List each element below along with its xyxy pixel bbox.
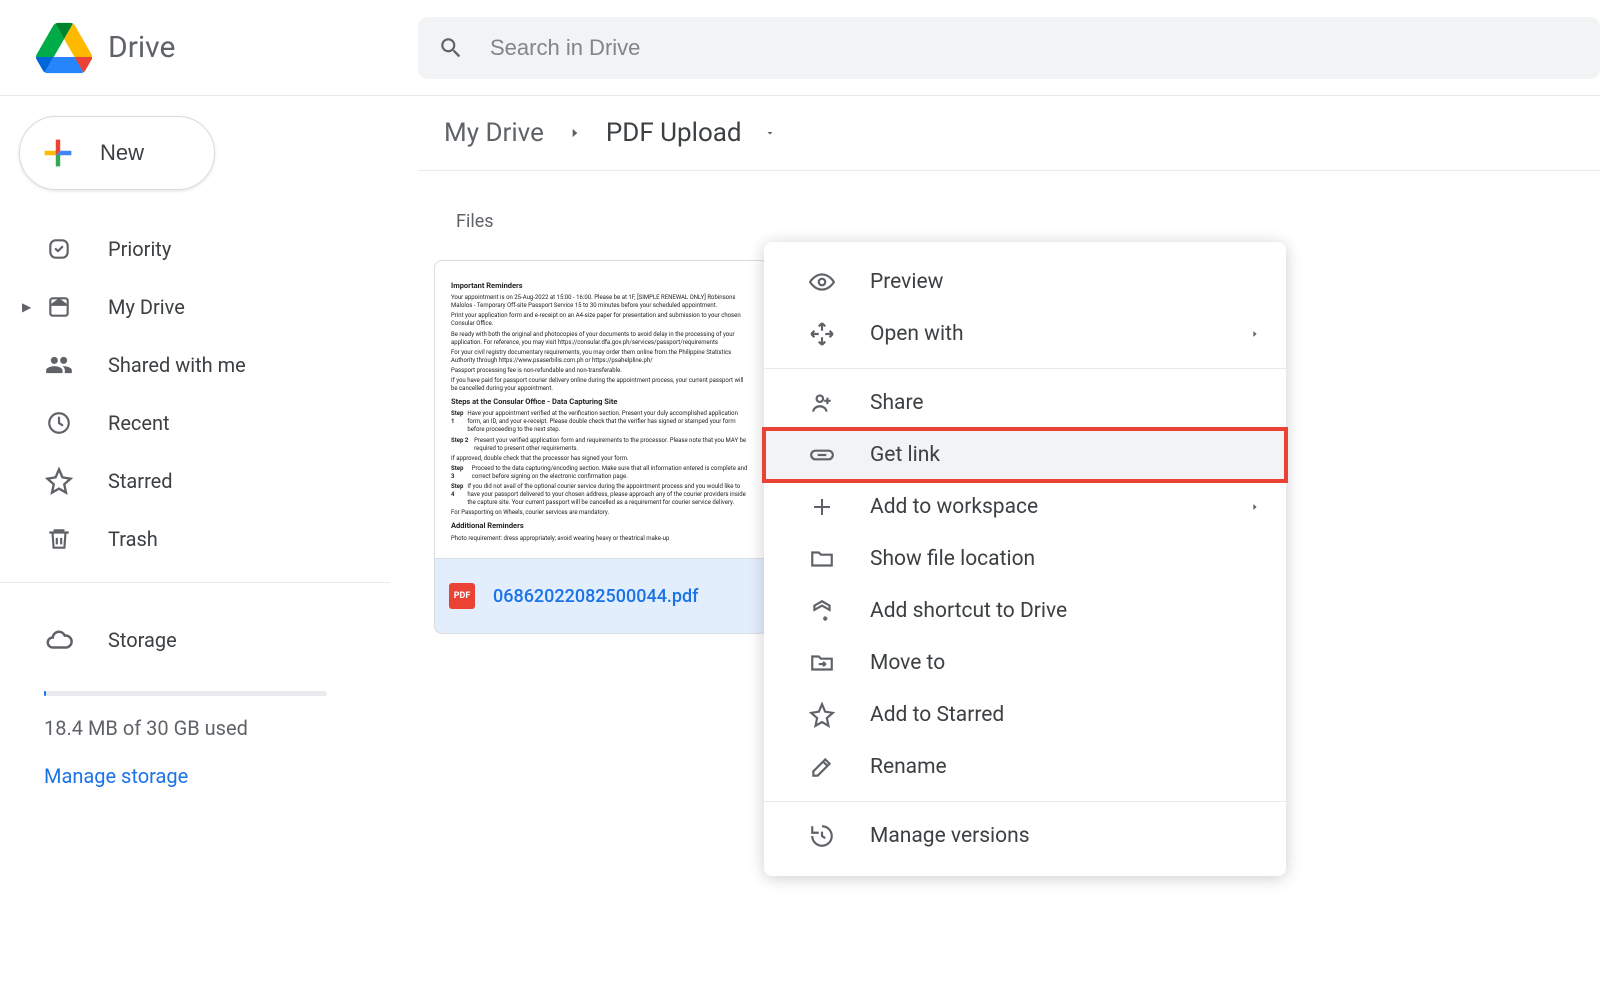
sidebar-label: My Drive [108, 295, 185, 319]
recent-icon [44, 408, 74, 438]
app-name: Drive [108, 30, 175, 65]
versions-icon [808, 822, 836, 850]
preview-line: Your appointment is on 25-Aug-2022 at 15… [451, 294, 751, 310]
cloud-icon [44, 625, 74, 655]
folder-icon [808, 545, 836, 573]
preview-line: For your civil registry documentary requ… [451, 349, 751, 365]
breadcrumb-root[interactable]: My Drive [444, 118, 544, 148]
star-icon [44, 466, 74, 496]
menu-share[interactable]: Share [764, 377, 1286, 429]
sidebar-label: Storage [108, 628, 177, 652]
menu-label: Add to Starred [870, 703, 1004, 727]
priority-icon [44, 234, 74, 264]
file-preview-thumbnail: Important Reminders Your appointment is … [435, 261, 767, 559]
preview-line: Passport processing fee is non-refundabl… [451, 367, 751, 375]
menu-open-with[interactable]: Open with [764, 308, 1286, 360]
breadcrumb-current[interactable]: PDF Upload [606, 118, 742, 148]
sidebar-label: Starred [108, 469, 173, 493]
menu-show-location[interactable]: Show file location [764, 533, 1286, 585]
breadcrumb: My Drive PDF Upload [418, 118, 1600, 171]
my-drive-icon [44, 292, 74, 322]
context-menu: Preview Open with Share Get link Add to … [764, 242, 1286, 876]
expand-icon[interactable]: ▶ [22, 300, 31, 314]
plus-icon [38, 133, 78, 173]
app-header: Drive [0, 0, 1600, 96]
menu-move-to[interactable]: Move to [764, 637, 1286, 689]
new-button[interactable]: New [19, 116, 215, 190]
file-name: 06862022082500044.pdf [493, 586, 699, 607]
move-icon [808, 649, 836, 677]
eye-icon [808, 268, 836, 296]
sidebar-item-starred[interactable]: Starred [0, 452, 390, 510]
preview-heading: Important Reminders [451, 281, 751, 291]
menu-divider [764, 801, 1286, 802]
link-icon [808, 441, 836, 469]
shared-icon [44, 350, 74, 380]
menu-label: Preview [870, 270, 943, 294]
menu-add-shortcut[interactable]: Add shortcut to Drive [764, 585, 1286, 637]
sidebar-label: Shared with me [108, 353, 246, 377]
menu-label: Manage versions [870, 824, 1030, 848]
rename-icon [808, 753, 836, 781]
sidebar-item-my-drive[interactable]: ▶ My Drive [0, 278, 390, 336]
menu-label: Rename [870, 755, 947, 779]
drive-logo-icon [36, 20, 92, 76]
manage-storage-link[interactable]: Manage storage [0, 764, 390, 788]
sidebar-item-priority[interactable]: Priority [0, 220, 390, 278]
chevron-right-icon [1250, 500, 1260, 514]
sidebar-item-storage[interactable]: Storage [0, 611, 390, 669]
search-bar[interactable] [418, 17, 1600, 79]
dropdown-icon[interactable] [762, 127, 778, 139]
menu-get-link[interactable]: Get link [764, 429, 1286, 481]
file-card[interactable]: Important Reminders Your appointment is … [434, 260, 768, 634]
preview-line: Print your application form and e-receip… [451, 312, 751, 328]
new-button-label: New [100, 140, 144, 166]
menu-label: Show file location [870, 547, 1035, 571]
menu-label: Add to workspace [870, 495, 1038, 519]
preview-line: Be ready with both the original and phot… [451, 331, 751, 347]
sidebar-label: Recent [108, 411, 170, 435]
sidebar-item-shared[interactable]: Shared with me [0, 336, 390, 394]
menu-label: Open with [870, 322, 964, 346]
storage-meter [44, 691, 327, 696]
storage-text: 18.4 MB of 30 GB used [0, 716, 390, 740]
menu-preview[interactable]: Preview [764, 256, 1286, 308]
chevron-right-icon [1250, 327, 1260, 341]
plus-icon [808, 493, 836, 521]
trash-icon [44, 524, 74, 554]
menu-label: Add shortcut to Drive [870, 599, 1067, 623]
menu-rename[interactable]: Rename [764, 741, 1286, 793]
sidebar: New Priority ▶ My Drive Shared with me R… [0, 96, 390, 788]
files-heading: Files [456, 211, 1600, 232]
menu-add-workspace[interactable]: Add to workspace [764, 481, 1286, 533]
menu-label: Share [870, 391, 924, 415]
search-input[interactable] [490, 35, 1580, 61]
sidebar-label: Priority [108, 237, 171, 261]
sidebar-label: Trash [108, 527, 158, 551]
menu-divider [764, 368, 1286, 369]
menu-label: Move to [870, 651, 945, 675]
search-icon [438, 35, 464, 61]
preview-heading: Additional Reminders [451, 521, 751, 531]
file-title-bar[interactable]: PDF 06862022082500044.pdf [435, 559, 767, 633]
menu-add-starred[interactable]: Add to Starred [764, 689, 1286, 741]
chevron-right-icon [556, 124, 594, 142]
share-icon [808, 389, 836, 417]
sidebar-divider [0, 582, 390, 583]
sidebar-item-recent[interactable]: Recent [0, 394, 390, 452]
logo-area[interactable]: Drive [0, 20, 418, 76]
preview-line: If you have paid for passport courier de… [451, 377, 751, 393]
menu-label: Get link [870, 443, 940, 467]
preview-heading: Steps at the Consular Office - Data Capt… [451, 397, 751, 407]
shortcut-icon [808, 597, 836, 625]
pdf-icon: PDF [449, 583, 475, 609]
sidebar-item-trash[interactable]: Trash [0, 510, 390, 568]
open-with-icon [808, 320, 836, 348]
menu-manage-versions[interactable]: Manage versions [764, 810, 1286, 862]
star-icon [808, 701, 836, 729]
